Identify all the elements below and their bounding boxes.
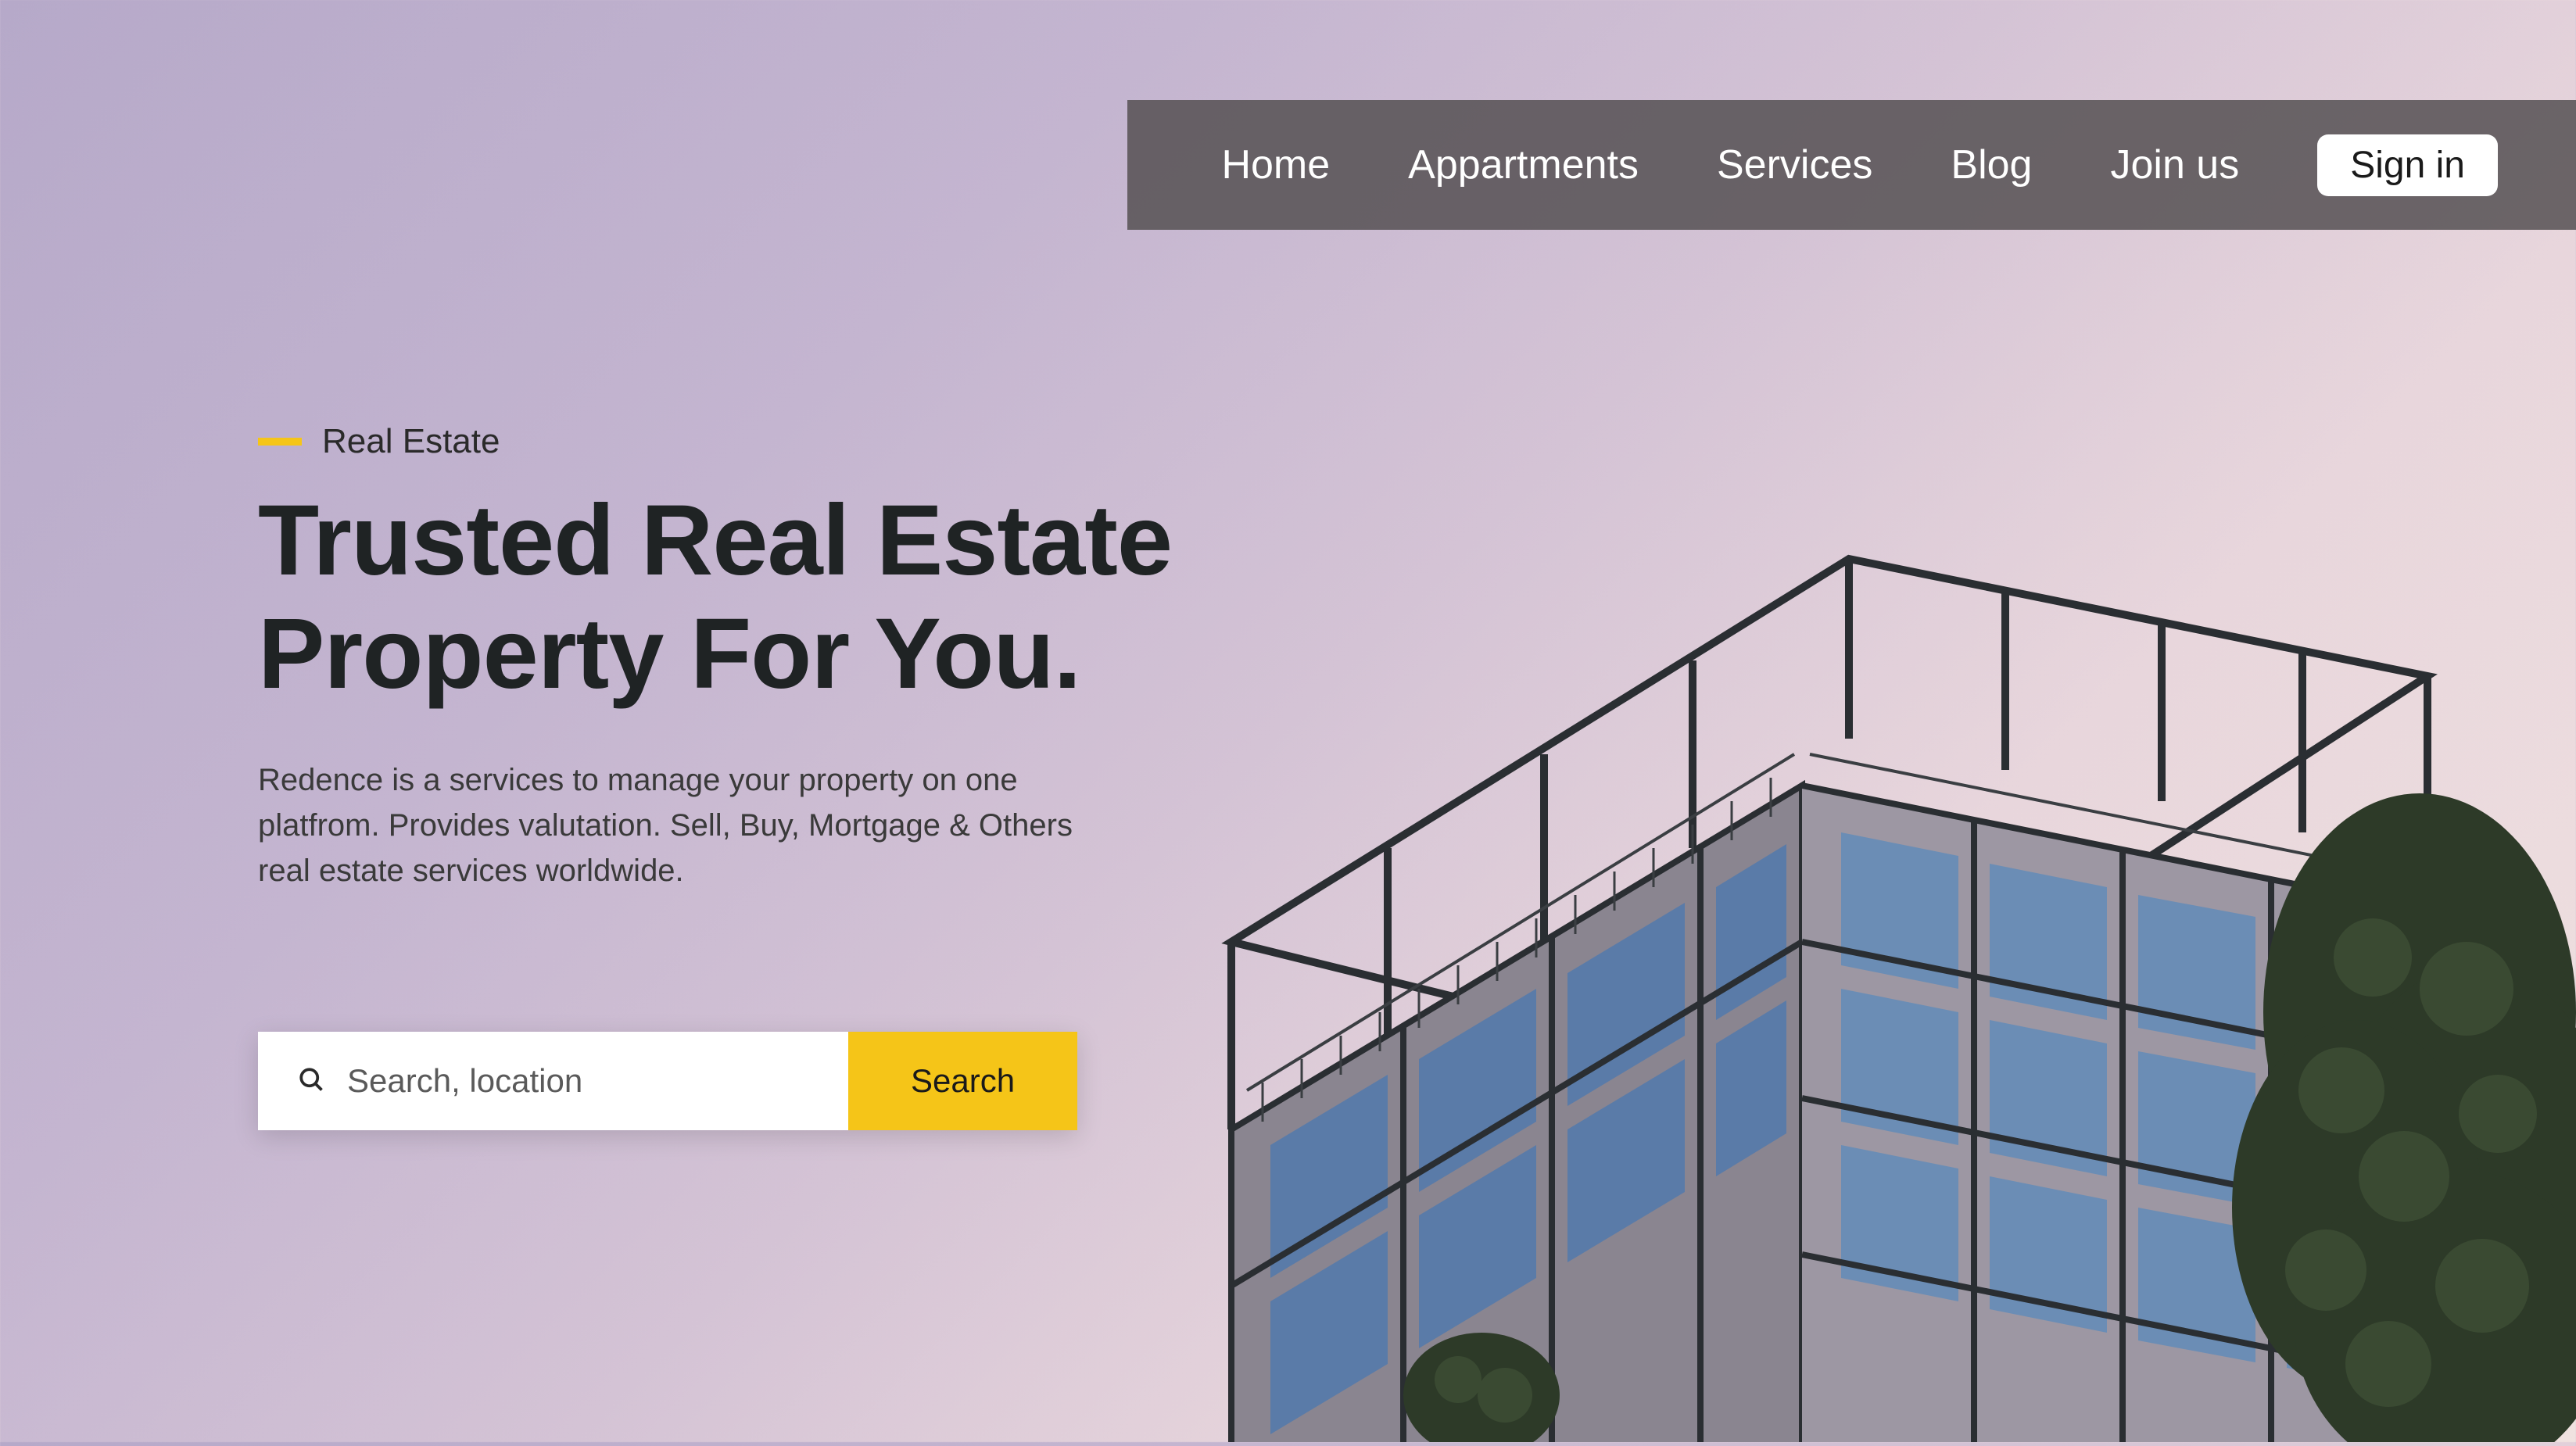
- eyebrow-text: Real Estate: [322, 422, 500, 461]
- nav-join-us[interactable]: Join us: [2110, 141, 2239, 188]
- nav-home[interactable]: Home: [1221, 141, 1330, 188]
- hero-description: Redence is a services to manage your pro…: [258, 757, 1079, 893]
- search-icon: [297, 1065, 325, 1097]
- tree-decoration-left: [1403, 1286, 1560, 1442]
- search-input[interactable]: [347, 1062, 809, 1100]
- search-input-container: [258, 1032, 848, 1130]
- tree-decoration-right: [2201, 739, 2576, 1442]
- hero-title: Trusted Real Estate Property For You.: [258, 485, 1352, 710]
- signin-button[interactable]: Sign in: [2317, 134, 2498, 196]
- search-bar: Search: [258, 1032, 1077, 1130]
- eyebrow-accent-line: [258, 438, 302, 446]
- main-navigation: Home Appartments Services Blog Join us S…: [1127, 100, 2576, 230]
- nav-services[interactable]: Services: [1717, 141, 1872, 188]
- hero-section: Real Estate Trusted Real Estate Property…: [258, 422, 1352, 893]
- nav-blog[interactable]: Blog: [1951, 141, 2032, 188]
- nav-appartments[interactable]: Appartments: [1408, 141, 1639, 188]
- eyebrow: Real Estate: [258, 422, 1352, 461]
- search-button[interactable]: Search: [848, 1032, 1077, 1130]
